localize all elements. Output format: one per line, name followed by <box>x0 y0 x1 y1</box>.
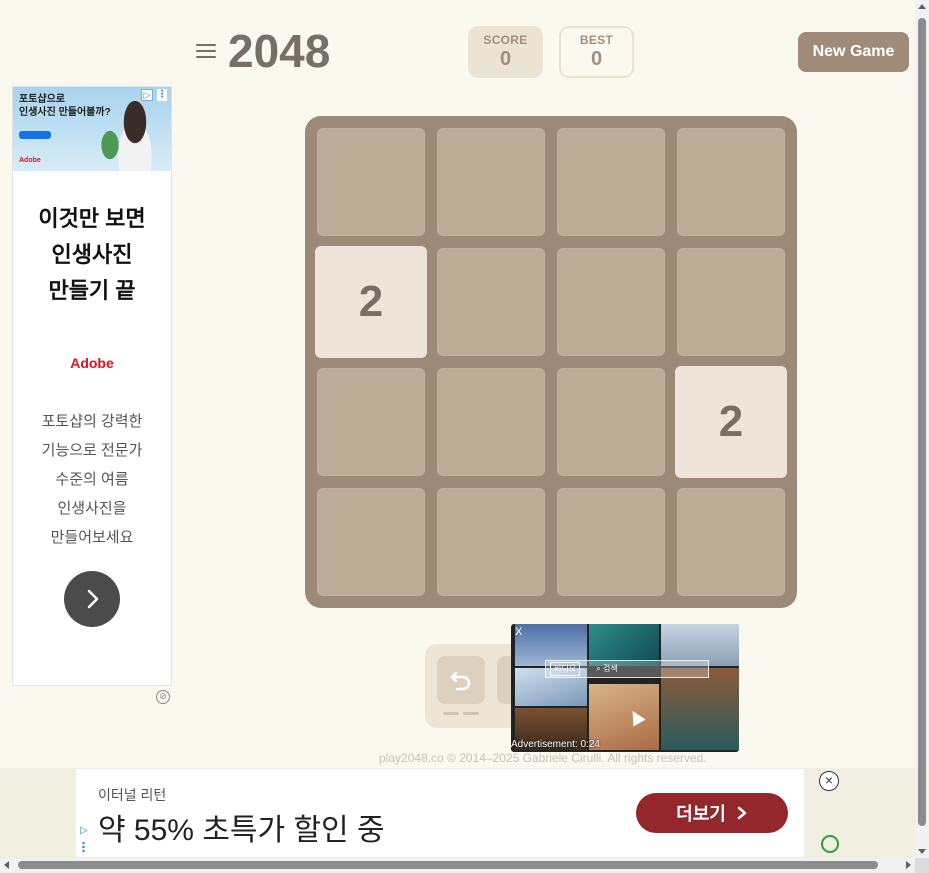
ad-banner-person <box>109 101 161 171</box>
scrollbar-thumb[interactable] <box>918 18 926 826</box>
ad-banner-button[interactable] <box>19 131 51 139</box>
adchoices-icon[interactable]: ⊘ <box>156 690 170 704</box>
grid-cell <box>437 248 545 356</box>
grid-cell <box>677 248 785 356</box>
chevron-right-icon <box>87 589 99 609</box>
left-ad[interactable]: 포토샵으로 인생사진 만들어볼까? Adobe ▷ ⋮ 이것만 보면 인생사진 … <box>12 86 172 686</box>
copyright-footer: play2048.co © 2014–2025 Gabriele Cirulli… <box>379 751 707 765</box>
video-search-text: 검색 <box>603 664 618 673</box>
bottom-ad-offer: 약 55% 초특가 할인 중 <box>98 814 385 847</box>
scroll-left-icon[interactable] <box>4 861 9 869</box>
bottom-ad-cta-button[interactable]: 더보기 <box>636 793 788 833</box>
video-ad-timer: Advertisement: 0:24 <box>511 739 600 750</box>
scroll-down-icon[interactable] <box>918 849 926 854</box>
grid-cell <box>557 248 665 356</box>
tile: 2 <box>315 246 427 358</box>
game-title: 2048 <box>228 25 331 77</box>
grid-cell <box>677 488 785 596</box>
scroll-right-icon[interactable] <box>906 861 911 869</box>
grid-cell <box>557 128 665 236</box>
score-box: SCORE 0 <box>468 26 543 78</box>
ad-more-icon[interactable] <box>82 841 85 853</box>
scrollbar-thumb[interactable] <box>18 861 878 869</box>
adobe-logo: Adobe <box>70 355 114 371</box>
grid-cell <box>437 128 545 236</box>
video-search-bar: 비디오 ⌕ 검색 <box>545 660 709 678</box>
ad-banner-brand: Adobe <box>19 157 41 164</box>
grid-cell <box>677 128 785 236</box>
ad-headline: 이것만 보면 인생사진 만들기 끝 <box>38 206 146 303</box>
ad-more-icon[interactable]: ⋮ <box>157 89 167 101</box>
ad-body-text: 포토샵의 강력한 기능으로 전문가 수준의 여름 인생사진을 만들어보세요 <box>41 413 143 546</box>
ad-banner-image[interactable]: 포토샵으로 인생사진 만들어볼까? Adobe ▷ ⋮ <box>13 87 171 171</box>
scroll-up-icon[interactable] <box>918 4 926 9</box>
score-label: SCORE <box>483 33 528 47</box>
undo-counter-dash <box>463 712 479 715</box>
close-ad-icon[interactable]: × <box>819 771 839 791</box>
grid-cell <box>317 488 425 596</box>
chevron-right-icon <box>737 806 747 820</box>
video-search-tag: 비디오 <box>550 662 581 676</box>
bottom-ad[interactable]: 이터널 리턴 약 55% 초특가 할인 중 더보기 ▷ <box>76 769 804 857</box>
adchoices-icon[interactable] <box>821 835 839 853</box>
best-label: BEST <box>579 33 614 47</box>
ad-info-icon[interactable]: ▷ <box>141 89 153 101</box>
bottom-ad-cta-label: 더보기 <box>676 804 726 824</box>
video-ad[interactable]: X 비디오 ⌕ 검색 Advertisement: 0:24 <box>511 624 739 752</box>
grid-cell <box>317 128 425 236</box>
ad-banner-headline: 포토샵으로 인생사진 만들어볼까? <box>19 94 111 118</box>
grid-cell <box>557 488 665 596</box>
undo-icon <box>450 671 471 691</box>
tile: 2 <box>675 366 787 478</box>
scroll-corner <box>915 858 929 873</box>
bottom-ad-brand: 이터널 리턴 <box>98 787 167 803</box>
new-game-button[interactable]: New Game <box>798 32 909 72</box>
best-value: 0 <box>590 48 603 70</box>
undo-counter-dash <box>443 712 459 715</box>
grid-cell <box>317 368 425 476</box>
grid-cell <box>557 368 665 476</box>
grid-cell <box>437 368 545 476</box>
grid-cell <box>437 488 545 596</box>
game-board: 22 <box>305 116 797 608</box>
ad-info-icon[interactable]: ▷ <box>80 825 88 836</box>
undo-button[interactable] <box>437 656 485 704</box>
horizontal-scrollbar[interactable] <box>0 858 915 873</box>
score-value: 0 <box>499 48 512 70</box>
vertical-scrollbar[interactable] <box>915 0 929 858</box>
video-thumb <box>661 668 739 750</box>
menu-icon[interactable] <box>194 40 218 64</box>
best-score-box: BEST 0 <box>559 26 634 78</box>
ad-next-button[interactable] <box>64 571 120 627</box>
video-close-icon[interactable]: X <box>515 626 522 638</box>
